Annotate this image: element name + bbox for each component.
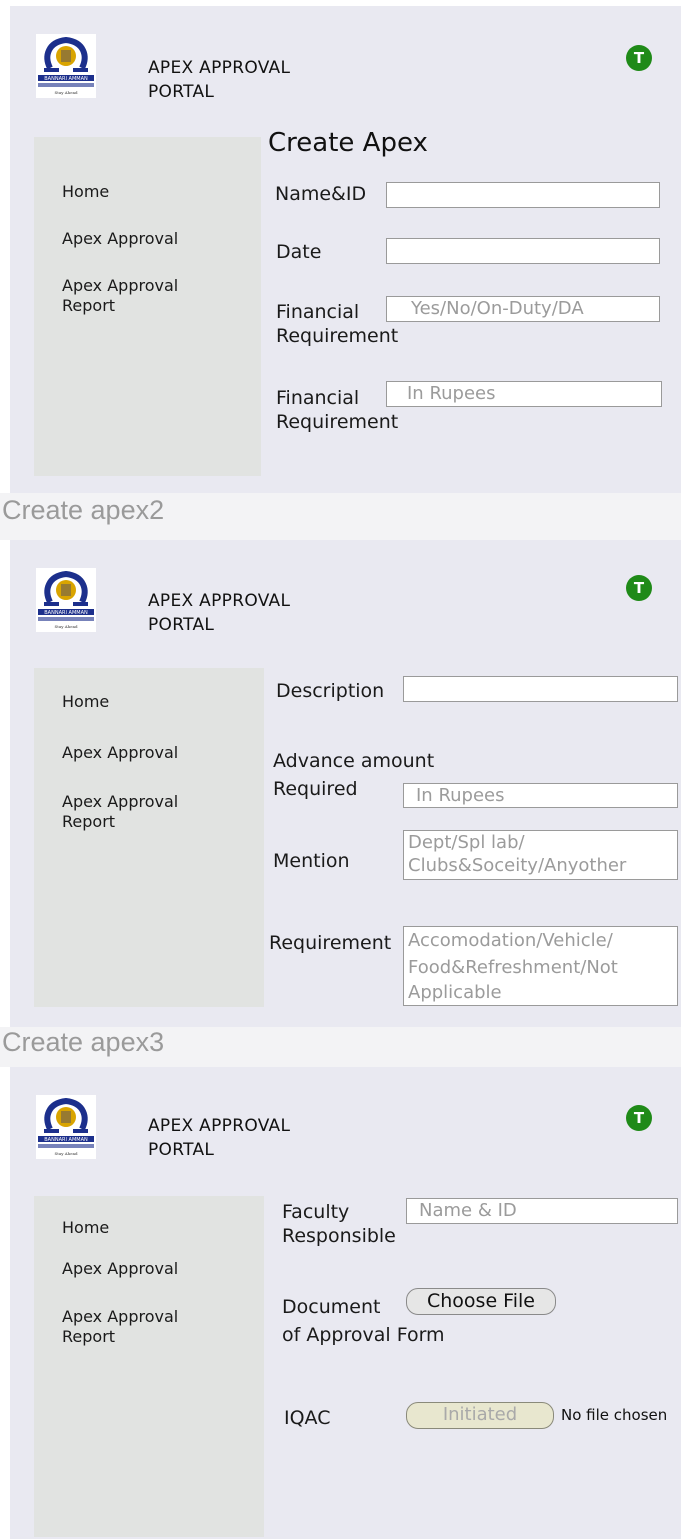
institute-logo: BANNARI AMMAN Stay Ahead [36,568,96,632]
advance-amount-input[interactable]: In Rupees [403,783,678,808]
page-title: Create Apex [268,128,428,158]
requirement-placeholder-line-3: Applicable [408,982,502,1003]
brand-line-1: APEX APPROVAL [148,591,291,611]
description-label: Description [276,680,385,702]
nav-report-line-1: Apex Approval [62,1307,179,1326]
svg-text:BANNARI AMMAN: BANNARI AMMAN [44,76,88,82]
doc-label-line-2: of Approval Form [282,1324,445,1346]
name-id-label: Name&ID [275,183,367,205]
nav-apex-approval[interactable]: Apex Approval [62,1259,178,1279]
nav-report-line-1: Apex Approval [62,792,179,811]
date-label: Date [276,241,322,263]
mention-input[interactable]: Dept/Spl lab/ Clubs&Soceity/Anyother [403,830,678,880]
iqac-status-button[interactable]: Initiated [406,1402,554,1429]
screen-create-apex2: BANNARI AMMAN Stay Ahead APEX APPROVAL P… [10,540,681,1027]
mention-label: Mention [273,850,350,872]
nav-report-line-2: Report [62,1327,116,1346]
screen-create-apex3: BANNARI AMMAN Stay Ahead APEX APPROVAL P… [10,1067,681,1539]
nav-apex-approval-report[interactable]: Apex Approval Report [62,276,178,316]
mention-placeholder-line-1: Dept/Spl lab/ [408,832,525,853]
nav-home[interactable]: Home [62,1218,109,1238]
brand-line-2: PORTAL [148,615,215,635]
fin1-label-line-2: Requirement [276,325,399,347]
requirement-label: Requirement [269,932,392,954]
screen-create-apex: BANNARI AMMAN Stay Ahead APEX APPROVAL P… [10,6,681,493]
requirement-input[interactable]: Accomodation/Vehicle/ Food&Refreshment/N… [403,926,678,1006]
faculty-label-line-1: Faculty [282,1201,350,1223]
nav-apex-approval[interactable]: Apex Approval [62,743,178,763]
faculty-responsible-input[interactable]: Name & ID [406,1198,678,1224]
section-label-apex3-text: Create apex3 [2,1027,165,1057]
date-input[interactable] [386,238,660,264]
iqac-label: IQAC [284,1407,331,1429]
faculty-responsible-label: Faculty Responsible [282,1200,396,1248]
sidebar [34,668,264,1007]
nav-report-line-1: Apex Approval [62,276,179,295]
requirement-placeholder-line-1: Accomodation/Vehicle/ [408,930,613,951]
brand-line-2: PORTAL [148,1140,215,1160]
financial-requirement-label: Financial Requirement [276,300,398,348]
svg-text:Stay Ahead: Stay Ahead [54,624,77,629]
portal-brand: APEX APPROVAL PORTAL [148,56,290,104]
nav-report-line-2: Report [62,296,116,315]
section-label-apex2: Create apex2 [0,493,681,540]
faculty-label-line-2: Responsible [282,1225,396,1247]
nav-apex-approval-report[interactable]: Apex Approval Report [62,792,178,832]
portal-brand: APEX APPROVAL PORTAL [148,589,290,637]
choose-file-button[interactable]: Choose File [406,1288,556,1315]
requirement-placeholder-line-2: Food&Refreshment/Not [408,957,618,978]
financial-amount-input[interactable]: In Rupees [386,381,662,407]
nav-apex-approval[interactable]: Apex Approval [62,229,178,249]
section-label-apex2-text: Create apex2 [2,495,165,525]
financial-amount-label: Financial Requirement [276,386,398,434]
svg-text:Stay Ahead: Stay Ahead [54,90,77,95]
fin2-label-line-1: Financial [276,387,360,409]
user-avatar[interactable]: T [626,575,652,601]
brand-line-2: PORTAL [148,82,215,102]
user-avatar[interactable]: T [626,45,652,71]
financial-requirement-input[interactable]: Yes/No/On-Duty/DA [386,296,660,322]
fin2-label-line-2: Requirement [276,411,399,433]
svg-text:BANNARI AMMAN: BANNARI AMMAN [44,610,88,616]
name-id-input[interactable] [386,182,660,208]
svg-text:BANNARI AMMAN: BANNARI AMMAN [44,1137,88,1143]
user-avatar[interactable]: T [626,1105,652,1131]
sidebar [34,1196,264,1537]
svg-text:Stay Ahead: Stay Ahead [54,1151,77,1156]
portal-brand: APEX APPROVAL PORTAL [148,1114,290,1162]
institute-logo: BANNARI AMMAN Stay Ahead [36,1095,96,1159]
no-file-chosen-text: No file chosen [561,1406,668,1424]
section-label-apex3: Create apex3 [0,1027,681,1067]
institute-logo: BANNARI AMMAN Stay Ahead [36,34,96,98]
mention-placeholder-line-2: Clubs&Soceity/Anyother [408,855,627,876]
brand-line-1: APEX APPROVAL [148,58,291,78]
fin1-label-line-1: Financial [276,301,360,323]
advance-label-line-1: Advance amount [273,750,435,772]
brand-line-1: APEX APPROVAL [148,1116,291,1136]
nav-report-line-2: Report [62,812,116,831]
nav-home[interactable]: Home [62,182,109,202]
description-input[interactable] [403,676,678,702]
nav-home[interactable]: Home [62,692,109,712]
nav-apex-approval-report[interactable]: Apex Approval Report [62,1307,178,1347]
